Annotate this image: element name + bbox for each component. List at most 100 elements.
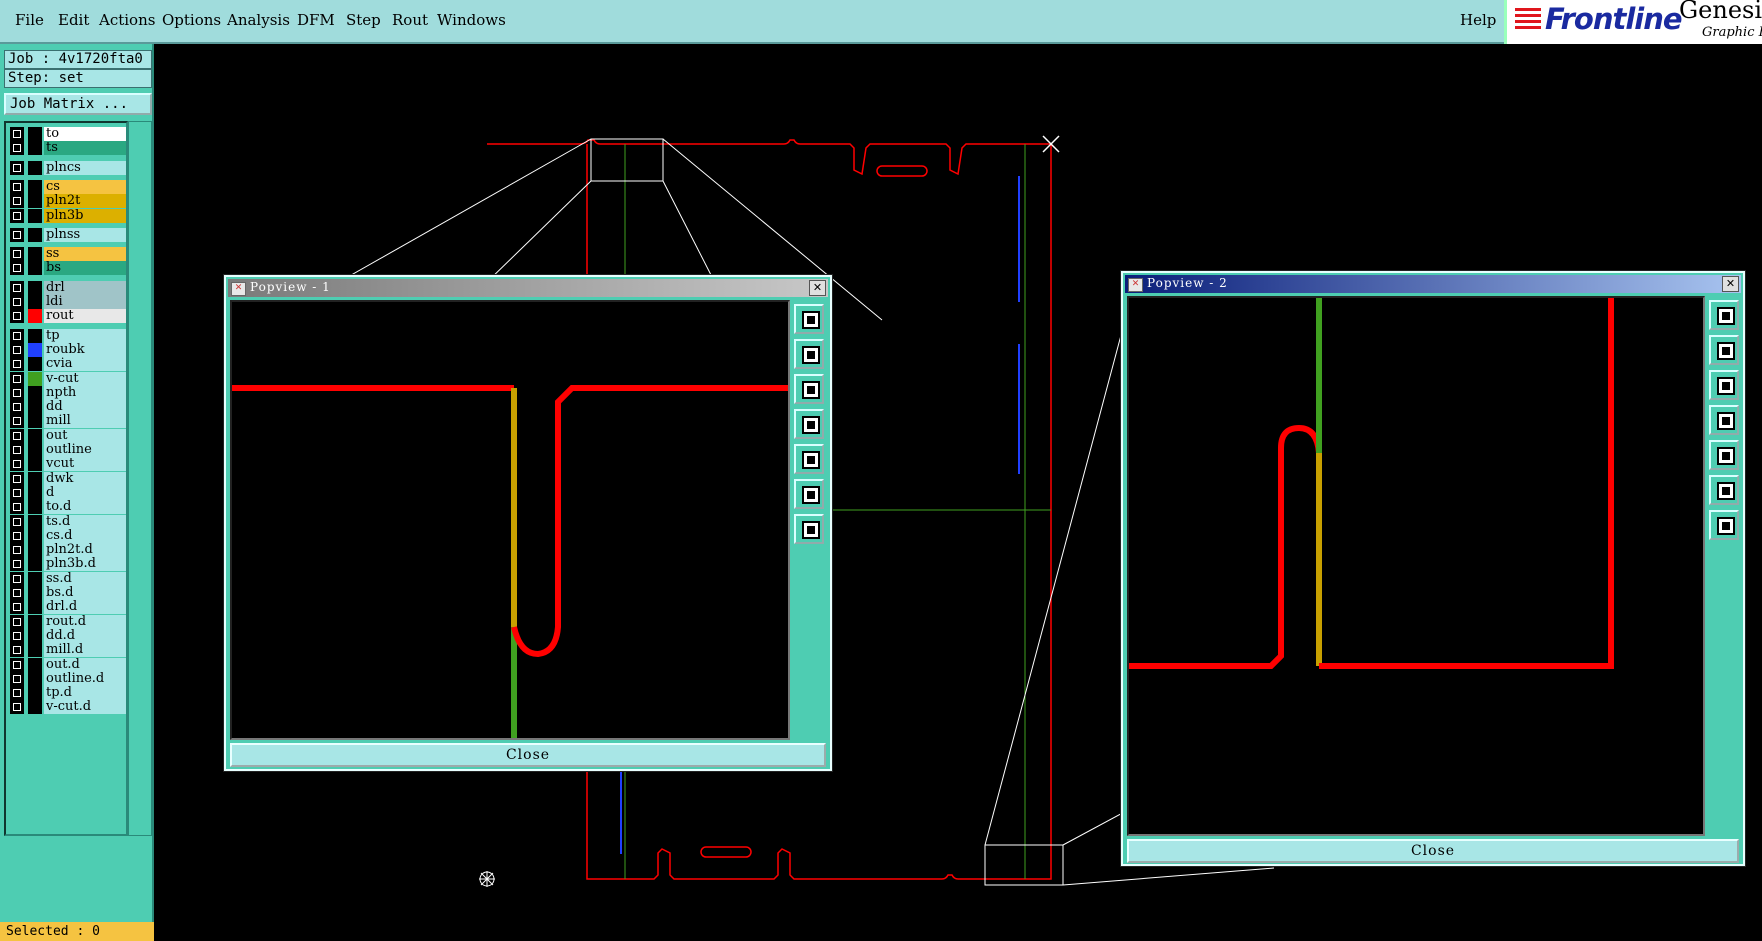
layer-color-swatch[interactable] [28,700,42,715]
layer-checkbox[interactable] [10,280,24,295]
layer-color-swatch[interactable] [28,671,42,686]
layer-checkbox[interactable] [10,247,24,262]
layer-row-ss[interactable]: ss [10,247,126,262]
layer-row-drl.d[interactable]: drl.d [10,600,126,615]
pan-up-icon[interactable] [794,339,824,369]
layer-row-ss.d[interactable]: ss.d [10,571,126,586]
layer-row-cs.d[interactable]: cs.d [10,528,126,543]
popview-2-view[interactable] [1127,296,1705,836]
layer-row-outline.d[interactable]: outline.d [10,671,126,686]
layer-name[interactable]: rout.d [44,614,126,629]
layer-name[interactable]: cvia [44,357,126,372]
layer-color-swatch[interactable] [28,160,42,175]
layer-checkbox[interactable] [10,457,24,472]
layer-color-swatch[interactable] [28,261,42,276]
layer-row-d[interactable]: d [10,485,126,500]
layer-name[interactable]: bs.d [44,586,126,600]
layer-name[interactable]: bs [44,261,126,276]
layer-checkbox[interactable] [10,179,24,194]
layer-row-cs[interactable]: cs [10,179,126,194]
layer-color-swatch[interactable] [28,428,42,443]
layer-checkbox[interactable] [10,485,24,500]
layer-color-swatch[interactable] [28,514,42,529]
layer-row-ldi[interactable]: ldi [10,295,126,309]
layer-name[interactable]: drl.d [44,600,126,615]
layer-name[interactable]: plncs [44,160,126,175]
menu-dfm[interactable]: DFM [297,11,335,29]
layer-name[interactable]: to.d [44,500,126,515]
pan-down-icon[interactable] [1709,370,1739,400]
layer-row-dd.d[interactable]: dd.d [10,628,126,643]
layer-name[interactable]: v-cut [44,371,126,386]
layer-name[interactable]: outline [44,443,126,457]
layer-color-swatch[interactable] [28,571,42,586]
layer-color-swatch[interactable] [28,385,42,400]
layer-name[interactable]: cs.d [44,528,126,543]
layer-checkbox[interactable] [10,357,24,372]
layer-color-swatch[interactable] [28,500,42,515]
layer-row-bs[interactable]: bs [10,261,126,276]
popview-1-close-icon[interactable]: ✕ [809,280,826,296]
layer-checkbox[interactable] [10,342,24,357]
layer-name[interactable]: ss.d [44,571,126,586]
layer-row-cvia[interactable]: cvia [10,357,126,372]
menu-windows[interactable]: Windows [437,11,506,29]
layer-name[interactable]: dwk [44,471,126,486]
popview-1-view[interactable] [230,300,790,740]
layer-color-swatch[interactable] [28,141,42,156]
layer-row-drl[interactable]: drl [10,280,126,295]
zoom-fit-icon[interactable] [1709,475,1739,505]
layer-color-swatch[interactable] [28,686,42,701]
layer-checkbox[interactable] [10,141,24,156]
zoom-fit-icon[interactable] [794,479,824,509]
layer-name[interactable]: rout [44,309,126,324]
layer-name[interactable]: ts.d [44,514,126,529]
layer-checkbox[interactable] [10,208,24,223]
layer-name[interactable]: drl [44,280,126,295]
menu-options[interactable]: Options [162,11,221,29]
menu-analysis[interactable]: Analysis [227,11,290,29]
layer-color-swatch[interactable] [28,295,42,309]
pan-down-icon[interactable] [794,374,824,404]
layer-color-swatch[interactable] [28,227,42,242]
layer-checkbox[interactable] [10,309,24,324]
layer-checkbox[interactable] [10,127,24,141]
layer-color-swatch[interactable] [28,127,42,141]
layer-row-pln2t[interactable]: pln2t [10,194,126,209]
layer-row-tp[interactable]: tp [10,328,126,343]
layer-color-swatch[interactable] [28,247,42,262]
layer-name[interactable]: d [44,485,126,500]
layer-row-mill[interactable]: mill [10,414,126,429]
layer-color-swatch[interactable] [28,194,42,209]
layer-checkbox[interactable] [10,328,24,343]
layer-name[interactable]: dd.d [44,628,126,643]
layer-name[interactable]: vcut [44,457,126,472]
popview-2-titlebar[interactable]: ✕ Popview - 2 ✕ [1125,275,1741,293]
layer-checkbox[interactable] [10,586,24,600]
layer-checkbox[interactable] [10,657,24,672]
layer-list-scrollbar[interactable] [128,121,152,836]
job-matrix-button[interactable]: Job Matrix ... [4,93,152,115]
menu-step[interactable]: Step [346,11,381,29]
layer-checkbox[interactable] [10,543,24,558]
layer-row-rout[interactable]: rout [10,309,126,324]
layer-color-swatch[interactable] [28,414,42,429]
layer-color-swatch[interactable] [28,357,42,372]
layer-checkbox[interactable] [10,600,24,615]
layer-row-v-cut[interactable]: v-cut [10,371,126,386]
layer-name[interactable]: pln2t.d [44,543,126,558]
layer-name[interactable]: dd [44,400,126,415]
layer-name[interactable]: outline.d [44,671,126,686]
layer-name[interactable]: npth [44,385,126,400]
zoom-center-icon[interactable] [1709,510,1739,540]
layer-row-dwk[interactable]: dwk [10,471,126,486]
layer-checkbox[interactable] [10,557,24,572]
popview-1-close-button[interactable]: Close [230,743,826,767]
popview-2-close-icon[interactable]: ✕ [1722,276,1739,292]
layer-checkbox[interactable] [10,614,24,629]
layer-row-outline[interactable]: outline [10,443,126,457]
layer-name[interactable]: ldi [44,295,126,309]
layer-name[interactable]: to [44,127,126,141]
popview-2-close-button[interactable]: Close [1127,839,1739,863]
layer-color-swatch[interactable] [28,600,42,615]
